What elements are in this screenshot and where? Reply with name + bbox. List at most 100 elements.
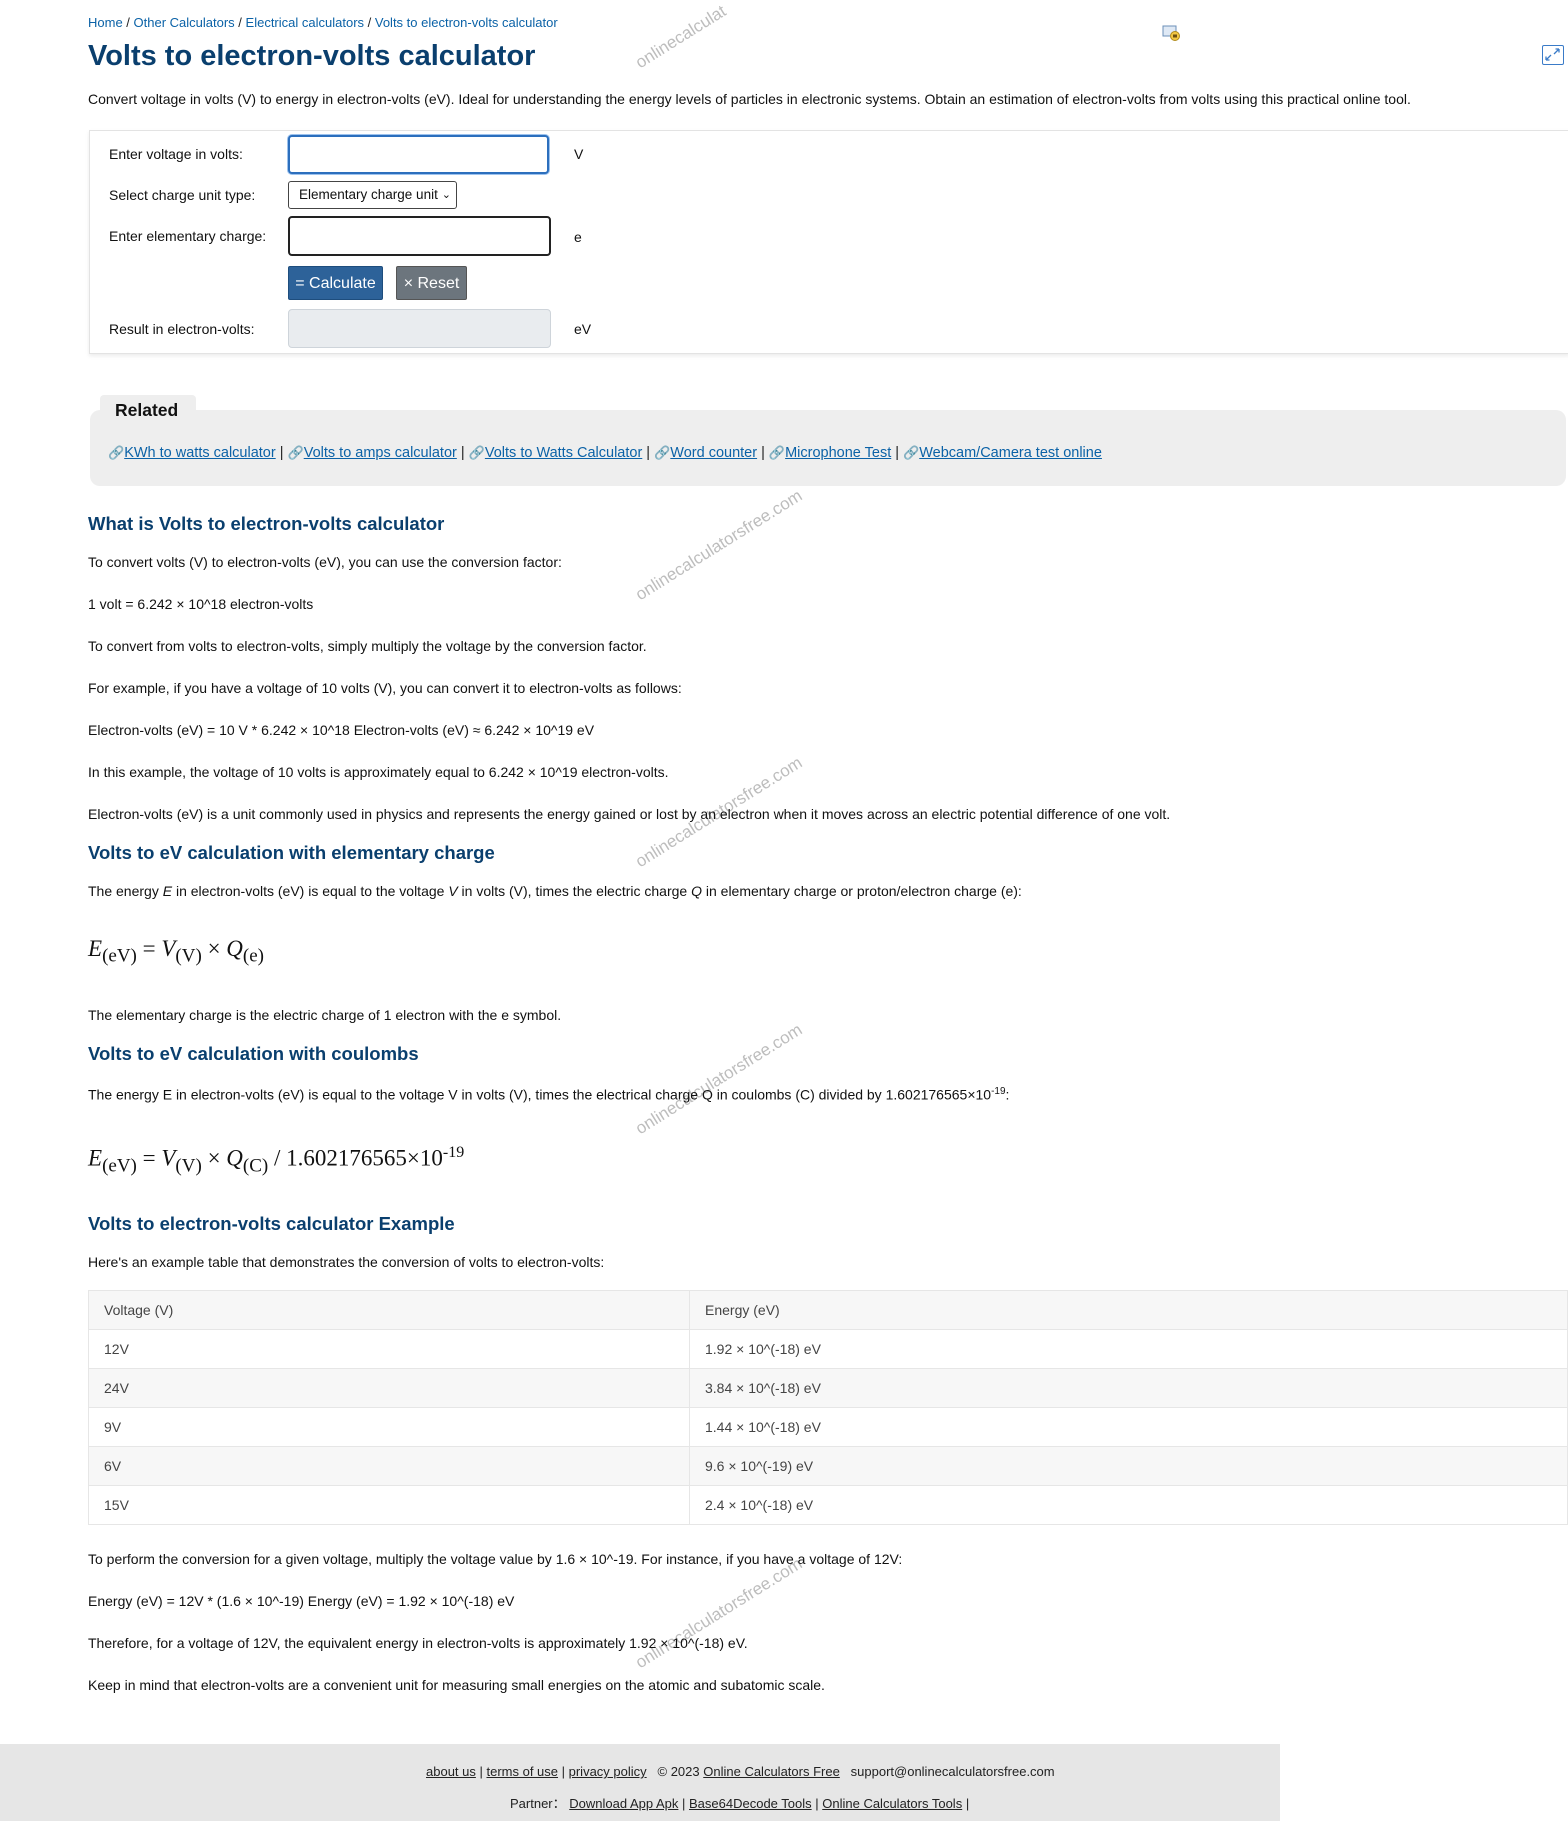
related-link-kwh-to-watts[interactable]: KWh to watts calculator [124,445,276,461]
table-row: 15V 2.4 × 10^(-18) eV [88,1485,1568,1525]
symbol-q: Q [691,883,702,899]
footer: about us | terms of use | privacy policy… [0,1744,1280,1821]
footer-partner-link[interactable]: Base64Decode Tools [689,1796,812,1811]
paragraph: Keep in mind that electron-volts are a c… [88,1677,825,1693]
voltage-label: Enter voltage in volts: [109,146,243,162]
table-cell: 15V [88,1485,690,1525]
footer-privacy-link[interactable]: privacy policy [569,1764,647,1779]
coulombs-heading: Volts to eV calculation with coulombs [88,1043,419,1064]
watermark: onlinecalculatorsfree.com [632,1553,806,1673]
calculate-button[interactable]: = Calculate [288,266,383,300]
text-sup: -19 [991,1086,1006,1097]
table-cell: 9.6 × 10^(-19) eV [689,1446,1568,1486]
formula-sub: (V) [175,1155,202,1177]
footer-partner-label: Partner： [510,1796,566,1811]
link-icon: 🔗 [903,445,920,460]
text-run: in volts (V), times the electric charge [457,883,692,899]
formula-v: V [161,1145,176,1171]
related-link-volts-to-amps[interactable]: Volts to amps calculator [304,445,457,461]
formula-sub: (eV) [102,1155,137,1177]
table-cell: 3.84 × 10^(-18) eV [689,1368,1568,1408]
symbol-v: V [448,883,458,899]
tool-icon[interactable] [1162,24,1182,42]
related-separator: | [642,445,655,461]
footer-separator: | [475,1764,487,1779]
table-cell: 12V [88,1329,690,1369]
watermark: onlinecalculat [632,1,730,73]
paragraph: The elementary charge is the electric ch… [88,1007,562,1023]
related-separator: | [456,445,469,461]
breadcrumb-separator: / [234,15,246,30]
breadcrumb-other-calculators-link[interactable]: Other Calculators [134,15,235,30]
text-run: in electron-volts (eV) is equal to the v… [172,883,449,899]
related-link-microphone-test[interactable]: Microphone Test [785,445,891,461]
formula-op: / 1.602176565×10 [268,1145,443,1171]
charge-type-selected: Elementary charge unit [299,187,438,202]
link-icon: 🔗 [768,445,786,460]
related-title: Related [115,400,179,420]
paragraph: The energy E in electron-volts (eV) is e… [88,1086,1009,1103]
table-cell: 1.44 × 10^(-18) eV [689,1407,1568,1447]
charge-type-label: Select charge unit type: [109,187,256,203]
formula-sup: -19 [442,1144,465,1161]
paragraph: 1 volt = 6.242 × 10^18 electron-volts [88,596,314,612]
voltage-unit: V [574,146,584,162]
footer-brand-link[interactable]: Online Calculators Free [703,1764,840,1779]
related-separator: | [757,445,769,461]
formula-op: = [136,1145,162,1171]
related-link-word-counter[interactable]: Word counter [670,445,757,461]
table-header-cell: Energy (eV) [689,1290,1568,1330]
formula-coulombs: E(eV) = V(V) × Q(C) / 1.602176565×10-19 [88,1144,464,1177]
example-heading: Volts to electron-volts calculator Examp… [88,1213,455,1234]
breadcrumb-separator: / [122,15,134,30]
footer-partner-row: Partner： Download App Apk | Base64Decode… [510,1793,969,1812]
formula-op: × [201,1145,227,1171]
table-row: 24V 3.84 × 10^(-18) eV [88,1368,1568,1408]
table-header-row: Voltage (V) Energy (eV) [88,1290,1568,1330]
paragraph: Electron-volts (eV) is a unit commonly u… [88,806,1171,822]
charge-type-select[interactable]: Elementary charge unit ⌄ [288,181,457,209]
formula-op: = [136,936,162,961]
text-run: The energy E in electron-volts (eV) is e… [88,1086,992,1103]
paragraph: To convert from volts to electron-volts,… [88,638,647,654]
charge-unit: e [574,229,582,245]
breadcrumb-home-link[interactable]: Home [88,15,123,30]
result-label: Result in electron-volts: [109,321,255,337]
paragraph: Therefore, for a voltage of 12V, the equ… [88,1635,748,1651]
related-link-webcam-test[interactable]: Webcam/Camera test online [919,445,1102,461]
paragraph: Electron-volts (eV) = 10 V * 6.242 × 10^… [88,722,595,738]
formula-q: Q [226,936,243,961]
watermark: onlinecalculatorsfree.com [632,1019,806,1139]
page-title: Volts to electron-volts calculator [88,40,536,72]
chevron-down-icon: ⌄ [441,189,451,201]
footer-separator: | [678,1796,690,1811]
table-cell: 24V [88,1368,690,1408]
formula-v: V [161,936,176,961]
footer-partner-link[interactable]: Download App Apk [569,1796,678,1811]
paragraph: Energy (eV) = 12V * (1.6 × 10^-19) Energ… [88,1593,515,1609]
elementary-charge-input[interactable] [288,216,551,256]
footer-separator: | [962,1796,970,1811]
breadcrumb-current-link[interactable]: Volts to electron-volts calculator [375,15,558,30]
footer-terms-link[interactable]: terms of use [486,1764,558,1779]
breadcrumb: Home / Other Calculators / Electrical ca… [88,15,558,30]
table-cell: 1.92 × 10^(-18) eV [689,1329,1568,1369]
result-output [288,309,551,348]
reset-button[interactable]: × Reset [396,266,467,300]
link-icon: 🔗 [654,445,671,460]
breadcrumb-electrical-link[interactable]: Electrical calculators [246,15,365,30]
expand-icon[interactable] [1542,45,1564,65]
formula-sub: (eV) [102,945,137,967]
text-run: in elementary charge or proton/electron … [701,883,1022,899]
footer-copyright: © 2023 [657,1764,700,1779]
related-links: 🔗 KWh to watts calculator | 🔗 Volts to amp… [108,445,1102,461]
footer-about-link[interactable]: about us [426,1764,476,1779]
result-unit: eV [574,321,592,337]
related-link-volts-to-watts[interactable]: Volts to Watts Calculator [485,445,642,461]
formula-e: E [88,936,103,961]
footer-partner-link[interactable]: Online Calculators Tools [822,1796,962,1811]
watermark: onlinecalculatorsfree.com [632,485,806,605]
table-row: 6V 9.6 × 10^(-19) eV [88,1446,1568,1486]
paragraph: To perform the conversion for a given vo… [88,1551,903,1567]
voltage-input[interactable] [288,135,549,174]
